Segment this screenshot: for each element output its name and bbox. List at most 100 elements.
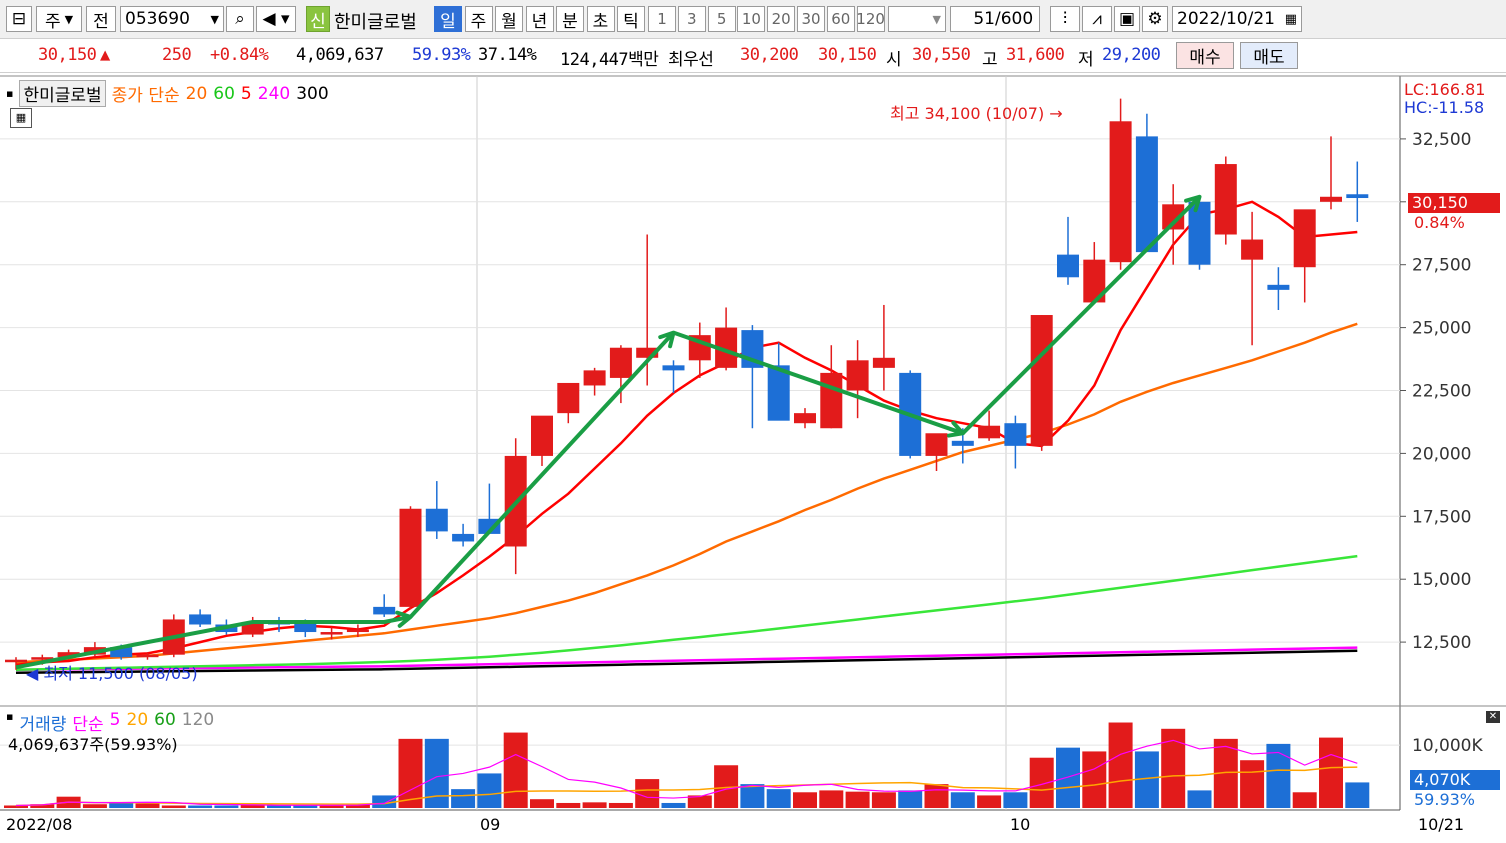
volume-bar — [530, 799, 554, 808]
volume-ma120: 120 — [181, 710, 215, 730]
trend-arrow-line — [961, 195, 1201, 435]
last-price-badge: 30,150 — [1408, 193, 1500, 213]
candle-body — [452, 533, 475, 542]
volume-bar — [977, 795, 1002, 808]
volume-last-pct: 59.93% — [1414, 790, 1476, 809]
volume-bar — [924, 784, 949, 808]
volume-bar — [845, 791, 870, 808]
y-tick-label: 22,500 — [1412, 382, 1471, 402]
volume-bar — [1345, 782, 1370, 808]
collapse-icon[interactable]: ▪ — [6, 87, 13, 100]
volume-value: 4,069,637주(59.93%) — [8, 735, 178, 754]
candle-body — [373, 606, 396, 615]
legend-ma5: 5 — [240, 83, 252, 104]
volume-tick-label: 10,000K — [1412, 736, 1483, 756]
candle-body — [1030, 315, 1053, 446]
y-tick-label: 12,500 — [1412, 633, 1471, 653]
volume-bar — [661, 802, 686, 808]
volume-bar — [477, 773, 502, 808]
volume-bar — [398, 738, 423, 808]
volume-bar — [1056, 747, 1080, 808]
volume-bar — [1003, 792, 1028, 808]
volume-bar — [1029, 757, 1054, 808]
price-chart[interactable]: 12,500 15,000 17,500 20,000 22,500 25,000 27,5… — [0, 0, 1506, 843]
y-tick-label: 15,000 — [1412, 570, 1471, 590]
candle-body — [662, 365, 685, 371]
volume-bar — [267, 805, 291, 808]
volume-bar — [556, 802, 581, 808]
volume-bar — [319, 805, 344, 808]
y-tick-label: 17,500 — [1412, 507, 1471, 527]
volume-bar — [740, 784, 765, 808]
candle-body — [189, 614, 212, 625]
x-label-sep: 09 — [480, 815, 501, 834]
legend-price-label: 종가 단순 — [111, 86, 180, 106]
candle-body — [346, 629, 369, 633]
table-icon[interactable]: ▦ — [10, 108, 32, 128]
candle-body — [925, 433, 948, 456]
volume-bar — [1108, 722, 1133, 808]
legend-ma60: 60 — [213, 83, 235, 104]
volume-bar — [293, 805, 318, 808]
x-label-start: 2022/08 — [6, 815, 73, 834]
volume-last-badge: 4,070K — [1410, 770, 1500, 790]
volume-bar — [82, 804, 107, 808]
candle-body — [978, 425, 1001, 439]
volume-bar — [950, 792, 975, 808]
candle-body — [1057, 254, 1079, 278]
last-pct-label: 0.84% — [1414, 213, 1465, 232]
volume-bar — [608, 802, 633, 808]
chart-frame — [0, 75, 1506, 843]
volume-bar — [1240, 760, 1265, 808]
candle-body — [609, 347, 632, 378]
candle-body — [820, 372, 843, 429]
candle-body — [136, 654, 159, 658]
candle-body — [872, 357, 895, 368]
volume-bar — [635, 779, 660, 808]
y-tick-label: 27,500 — [1412, 256, 1471, 276]
legend-ma240: 240 — [257, 83, 291, 104]
candle-body — [951, 440, 974, 446]
volume-bar — [1292, 792, 1317, 808]
candle-body — [1004, 423, 1027, 446]
volume-bar — [793, 792, 817, 808]
volume-bar — [898, 790, 923, 808]
volume-bar — [582, 802, 607, 808]
legend-stock-name[interactable]: 한미글로벌 — [19, 80, 106, 107]
candle-body — [531, 415, 553, 456]
volume-bar — [503, 732, 528, 808]
trend-arrow-line — [409, 331, 675, 619]
candle-body — [1267, 284, 1290, 290]
volume-bar — [1319, 737, 1343, 808]
legend-ma300: 300 — [296, 83, 329, 104]
volume-bar — [871, 792, 896, 808]
candle-body — [320, 632, 343, 635]
candle-body — [846, 360, 869, 391]
volume-bar — [1082, 751, 1107, 808]
volume-bar — [819, 790, 844, 808]
y-tick-label: 32,500 — [1412, 130, 1471, 150]
candle-body — [557, 382, 580, 414]
high-annotation: 최고 34,100 (10/07) → — [890, 104, 1063, 123]
candle-body — [583, 370, 606, 386]
ma20-line — [15, 322, 1358, 664]
volume-bar — [1187, 790, 1212, 808]
volume-close-icon[interactable]: ✕ — [1486, 711, 1500, 723]
candle-body — [425, 508, 448, 532]
lc-label: LC:166.81 — [1404, 80, 1486, 99]
candle-body — [794, 413, 816, 424]
y-tick-label: 25,000 — [1412, 319, 1471, 339]
y-tick-label: 20,000 — [1412, 444, 1471, 464]
legend: ▪ 한미글로벌 종가 단순 20 60 5 240 300 — [6, 80, 329, 107]
volume-bar — [451, 789, 476, 808]
candle-body — [1214, 164, 1237, 235]
candle-body — [5, 659, 27, 663]
candle-body — [1109, 121, 1132, 263]
candle-body — [1346, 194, 1369, 199]
candle-body — [399, 508, 422, 607]
volume-bar — [188, 805, 213, 808]
ma5-line — [15, 200, 1358, 666]
volume-bar — [214, 805, 239, 808]
candle-body — [1293, 209, 1316, 268]
low-annotation: ◀ 최저 11,500 (08/05) — [26, 664, 198, 683]
